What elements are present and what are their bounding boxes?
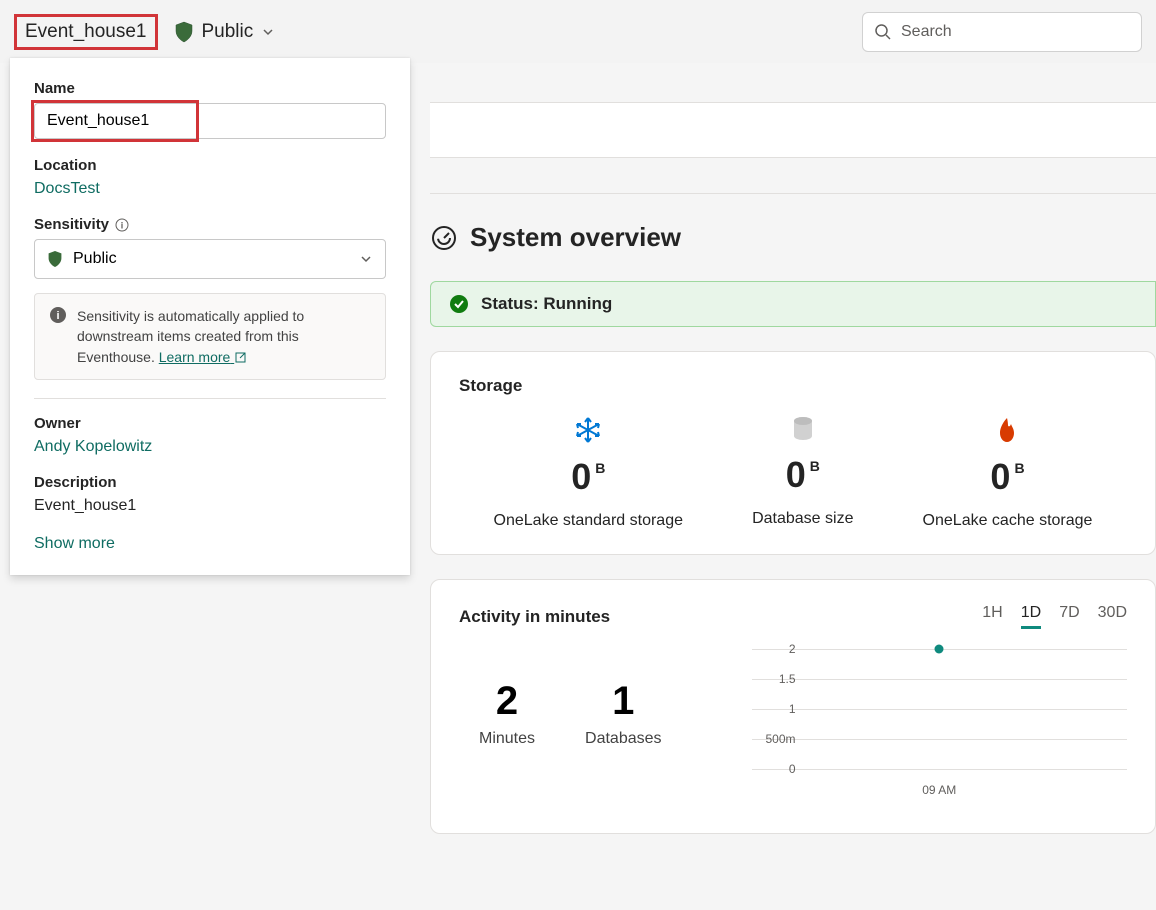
name-input[interactable] — [34, 103, 386, 139]
chart-ytick: 1.5 — [756, 672, 796, 686]
timerange-30D[interactable]: 30D — [1098, 604, 1127, 629]
storage-item: 0B OneLake standard storage — [494, 416, 683, 530]
sensitivity-select[interactable]: Public — [34, 239, 386, 279]
chart-ytick: 0 — [756, 762, 796, 776]
visibility-dropdown[interactable]: Public — [174, 21, 276, 43]
storage-card: Storage 0B OneLake standard storage 0B D… — [430, 351, 1156, 555]
svg-text:i: i — [121, 220, 124, 230]
timerange-1D[interactable]: 1D — [1021, 604, 1041, 629]
show-more-link[interactable]: Show more — [34, 535, 115, 553]
activity-stat: 1 Databases — [585, 679, 662, 809]
stat-value: 1 — [585, 679, 662, 724]
storage-label: Database size — [752, 510, 853, 528]
storage-title: Storage — [459, 376, 1127, 396]
storage-value: 0B — [786, 454, 820, 496]
stat-label: Databases — [585, 730, 662, 748]
owner-link[interactable]: Andy Kopelowitz — [34, 438, 152, 455]
storage-value: 0B — [990, 456, 1024, 498]
sensitivity-label: Sensitivity i — [34, 216, 386, 233]
description-label: Description — [34, 474, 386, 491]
storage-value: 0B — [571, 456, 605, 498]
shield-icon — [174, 21, 194, 43]
timerange-1H[interactable]: 1H — [982, 604, 1002, 629]
sensitivity-value: Public — [73, 250, 349, 268]
learn-more-link[interactable]: Learn more — [159, 349, 247, 365]
description-value: Event_house1 — [34, 497, 386, 515]
location-link[interactable]: DocsTest — [34, 180, 386, 198]
name-label: Name — [34, 80, 386, 97]
chevron-down-icon — [359, 252, 373, 266]
search-icon — [874, 23, 892, 41]
timerange-7D[interactable]: 7D — [1059, 604, 1079, 629]
chart-xtick: 09 AM — [922, 783, 956, 797]
flame-icon — [923, 416, 1093, 444]
activity-title: Activity in minutes — [459, 607, 610, 627]
storage-label: OneLake cache storage — [923, 512, 1093, 530]
details-popover: Name Location DocsTest Sensitivity i Pub… — [10, 58, 410, 575]
chart-point — [935, 645, 944, 654]
shield-icon — [47, 250, 63, 268]
status-text: Status: Running — [481, 294, 612, 314]
check-circle-icon — [449, 294, 469, 314]
storage-item: 0B Database size — [752, 416, 853, 530]
chart-ytick: 500m — [756, 732, 796, 746]
database-icon — [752, 416, 853, 442]
page-title: System overview — [470, 222, 681, 253]
stat-label: Minutes — [479, 730, 535, 748]
info-icon: i — [49, 306, 67, 367]
location-label: Location — [34, 157, 386, 174]
activity-card: Activity in minutes 1H 1D 7D 30D 2 Minutes 1 D… — [430, 579, 1156, 834]
svg-text:i: i — [56, 310, 59, 322]
chart-ytick: 2 — [756, 642, 796, 656]
info-icon[interactable]: i — [115, 218, 129, 232]
activity-chart: 21.51500m009 AM — [702, 649, 1127, 809]
gauge-icon — [430, 224, 458, 252]
status-bar: Status: Running — [430, 281, 1156, 327]
chevron-down-icon — [261, 25, 275, 39]
stat-value: 2 — [479, 679, 535, 724]
storage-item: 0B OneLake cache storage — [923, 416, 1093, 530]
activity-stat: 2 Minutes — [479, 679, 535, 809]
chart-ytick: 1 — [756, 702, 796, 716]
breadcrumb-title[interactable]: Event_house1 — [14, 14, 158, 50]
search-input[interactable] — [862, 12, 1142, 52]
storage-label: OneLake standard storage — [494, 512, 683, 530]
owner-label: Owner — [34, 415, 386, 432]
snowflake-icon — [494, 416, 683, 444]
sensitivity-info-box: i Sensitivity is automatically applied t… — [34, 293, 386, 380]
visibility-label: Public — [202, 21, 254, 43]
